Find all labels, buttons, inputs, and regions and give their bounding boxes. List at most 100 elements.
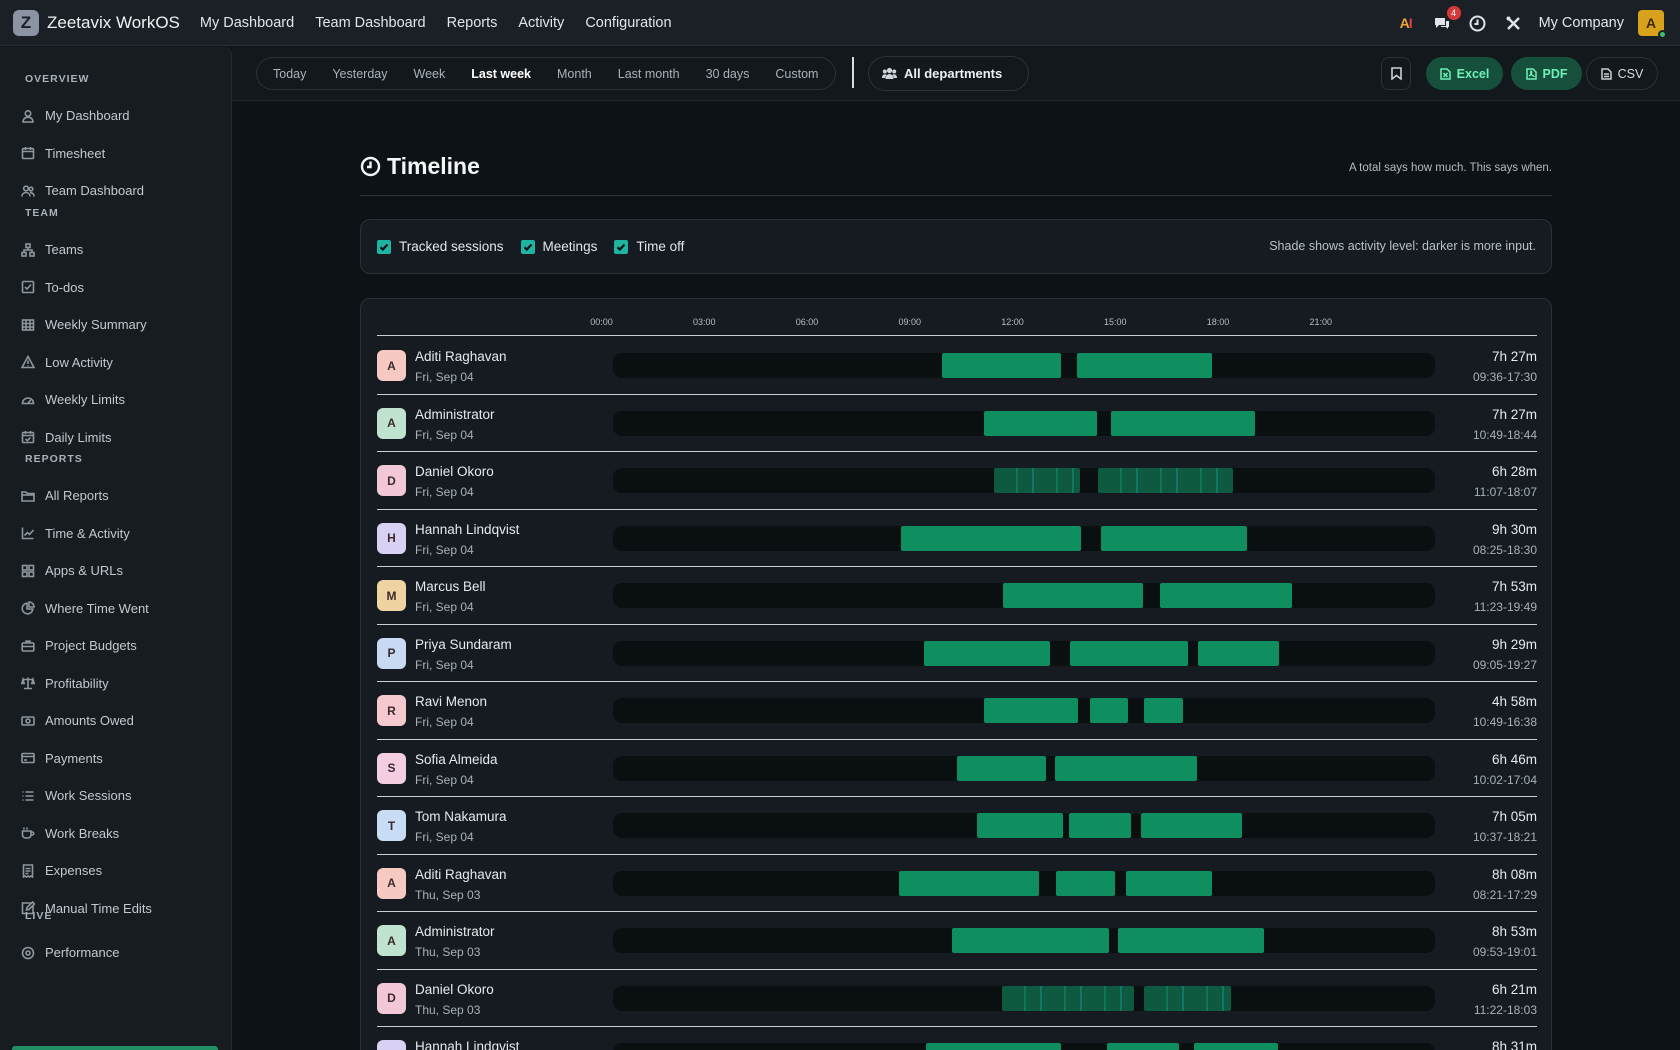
- session-bar[interactable]: [899, 870, 1039, 896]
- session-bar[interactable]: [1143, 698, 1183, 723]
- range-30-days[interactable]: 30 days: [706, 67, 750, 81]
- sidebar-item-team-dashboard[interactable]: Team Dashboard: [0, 172, 231, 210]
- session-bar[interactable]: [1125, 870, 1212, 896]
- tools-icon[interactable]: [1503, 12, 1525, 34]
- timeline-row[interactable]: A Administrator Thu, Sep 03 8h 53m 09:53-19:…: [377, 912, 1537, 970]
- timeline-row[interactable]: HHannah LindqvistThu, Sep 038h 31m: [377, 1027, 1537, 1050]
- range-month[interactable]: Month: [557, 67, 592, 81]
- member-name[interactable]: Aditi Raghavan: [415, 867, 507, 882]
- range-custom[interactable]: Custom: [775, 67, 818, 81]
- session-bar[interactable]: [1111, 410, 1255, 436]
- session-bar[interactable]: [983, 698, 1079, 723]
- range-yesterday[interactable]: Yesterday: [332, 67, 387, 81]
- session-bar[interactable]: [993, 468, 1080, 493]
- member-name[interactable]: Administrator: [415, 407, 495, 422]
- session-bar[interactable]: [1069, 813, 1132, 838]
- nav-activity[interactable]: Activity: [518, 15, 564, 31]
- nav-my-dashboard[interactable]: My Dashboard: [200, 15, 294, 31]
- session-bar[interactable]: [1101, 525, 1247, 551]
- timeline-row[interactable]: T Tom Nakamura Fri, Sep 04 7h 05m 10:37-18:2…: [377, 797, 1537, 855]
- session-bar[interactable]: [1070, 640, 1189, 666]
- timeline-row[interactable]: S Sofia Almeida Fri, Sep 04 6h 46m 10:02-17:…: [377, 740, 1537, 797]
- member-name[interactable]: Daniel Okoro: [415, 982, 494, 997]
- sidebar-item-teams[interactable]: Teams: [0, 231, 231, 269]
- session-bar[interactable]: [1194, 1043, 1278, 1050]
- member-name[interactable]: Hannah Lindqvist: [415, 522, 519, 537]
- sidebar-item-time-activity[interactable]: Time & Activity: [0, 515, 231, 553]
- timeline-row[interactable]: P Priya Sundaram Fri, Sep 04 9h 29m 09:05-19…: [377, 625, 1537, 682]
- session-bar[interactable]: [941, 353, 1062, 378]
- sidebar-item-daily-limits[interactable]: Daily Limits: [0, 419, 231, 457]
- sidebar-item-low-activity[interactable]: Low Activity: [0, 344, 231, 382]
- session-bar[interactable]: [976, 813, 1064, 838]
- session-bar[interactable]: [1160, 583, 1292, 608]
- session-bar[interactable]: [956, 755, 1047, 781]
- sidebar-item-timesheet[interactable]: Timesheet: [0, 135, 231, 173]
- member-name[interactable]: Priya Sundaram: [415, 637, 512, 652]
- nav-reports[interactable]: Reports: [447, 15, 498, 31]
- session-bar[interactable]: [1107, 1043, 1179, 1050]
- export-excel-button[interactable]: Excel: [1426, 57, 1503, 90]
- session-bar[interactable]: [1055, 755, 1198, 781]
- sidebar-item-where-time-went[interactable]: Where Time Went: [0, 590, 231, 628]
- sidebar-item-project-budgets[interactable]: Project Budgets: [0, 627, 231, 665]
- timeline-row[interactable]: D Daniel Okoro Fri, Sep 04 6h 28m 11:07-18:0…: [377, 452, 1537, 510]
- filter-time-off[interactable]: Time off: [614, 239, 684, 254]
- sidebar-item-weekly-limits[interactable]: Weekly Limits: [0, 381, 231, 419]
- session-bar[interactable]: [1098, 468, 1234, 493]
- session-bar[interactable]: [1089, 698, 1128, 723]
- sidebar-item-apps-urls[interactable]: Apps & URLs: [0, 552, 231, 590]
- sidebar-item-to-dos[interactable]: To-dos: [0, 269, 231, 307]
- session-bar[interactable]: [1056, 870, 1115, 896]
- ai-assistant-icon[interactable]: AI: [1395, 12, 1417, 34]
- timeline-row[interactable]: D Daniel Okoro Thu, Sep 03 6h 21m 11:22-18:0…: [377, 970, 1537, 1027]
- user-avatar[interactable]: A: [1638, 10, 1667, 39]
- timeline-row[interactable]: A Aditi Raghavan Thu, Sep 03 8h 08m 08:21-17…: [377, 855, 1537, 912]
- session-bar[interactable]: [901, 525, 1082, 551]
- member-name[interactable]: Aditi Raghavan: [415, 349, 507, 364]
- sidebar-item-payments[interactable]: Payments: [0, 740, 231, 778]
- sidebar-item-expenses[interactable]: Expenses: [0, 852, 231, 890]
- timeline-row[interactable]: A Administrator Fri, Sep 04 7h 27m 10:49-18:…: [377, 395, 1537, 452]
- messages-icon[interactable]: 4: [1431, 6, 1461, 34]
- sidebar-item-my-dashboard[interactable]: My Dashboard: [0, 97, 231, 135]
- filter-tracked-sessions[interactable]: Tracked sessions: [377, 239, 504, 254]
- member-name[interactable]: Daniel Okoro: [415, 464, 494, 479]
- member-name[interactable]: Hannah Lindqvist: [415, 1039, 519, 1050]
- sidebar-item-work-sessions[interactable]: Work Sessions: [0, 777, 231, 815]
- company-switcher[interactable]: My Company: [1539, 15, 1624, 31]
- export-csv-button[interactable]: CSV: [1586, 57, 1658, 90]
- session-bar[interactable]: [983, 410, 1097, 436]
- clock-icon[interactable]: [1467, 12, 1489, 34]
- department-filter[interactable]: All departments: [868, 56, 1029, 91]
- session-bar[interactable]: [925, 1043, 1062, 1050]
- range-last-week[interactable]: Last week: [471, 67, 531, 81]
- timeline-row[interactable]: R Ravi Menon Fri, Sep 04 4h 58m 10:49-16:38: [377, 682, 1537, 740]
- member-name[interactable]: Marcus Bell: [415, 579, 486, 594]
- export-pdf-button[interactable]: PDF: [1511, 57, 1582, 90]
- sidebar-item-work-breaks[interactable]: Work Breaks: [0, 815, 231, 853]
- range-today[interactable]: Today: [273, 67, 306, 81]
- timeline-row[interactable]: H Hannah Lindqvist Fri, Sep 04 9h 30m 08:25-…: [377, 510, 1537, 567]
- brand[interactable]: Z Zeetavix WorkOS: [13, 9, 180, 36]
- sidebar-item-amounts-owed[interactable]: Amounts Owed: [0, 702, 231, 740]
- sidebar-item-performance[interactable]: Performance: [0, 934, 231, 972]
- bookmark-button[interactable]: [1381, 57, 1411, 90]
- session-bar[interactable]: [1198, 640, 1280, 666]
- filter-meetings[interactable]: Meetings: [520, 239, 597, 254]
- session-bar[interactable]: [1144, 985, 1232, 1011]
- session-bar[interactable]: [924, 640, 1051, 666]
- timeline-row[interactable]: M Marcus Bell Fri, Sep 04 7h 53m 11:23-19:49: [377, 567, 1537, 625]
- sidebar-item-profitability[interactable]: Profitability: [0, 665, 231, 703]
- session-bar[interactable]: [951, 928, 1109, 953]
- range-last-month[interactable]: Last month: [618, 67, 680, 81]
- timeline-row[interactable]: A Aditi Raghavan Fri, Sep 04 7h 27m 09:36-17…: [377, 337, 1537, 395]
- session-bar[interactable]: [1002, 583, 1143, 608]
- session-bar[interactable]: [1076, 353, 1213, 378]
- session-bar[interactable]: [1002, 985, 1134, 1011]
- member-name[interactable]: Administrator: [415, 924, 495, 939]
- session-bar[interactable]: [1141, 813, 1242, 838]
- session-bar[interactable]: [1118, 928, 1265, 953]
- nav-configuration[interactable]: Configuration: [585, 15, 671, 31]
- sidebar-item-weekly-summary[interactable]: Weekly Summary: [0, 306, 231, 344]
